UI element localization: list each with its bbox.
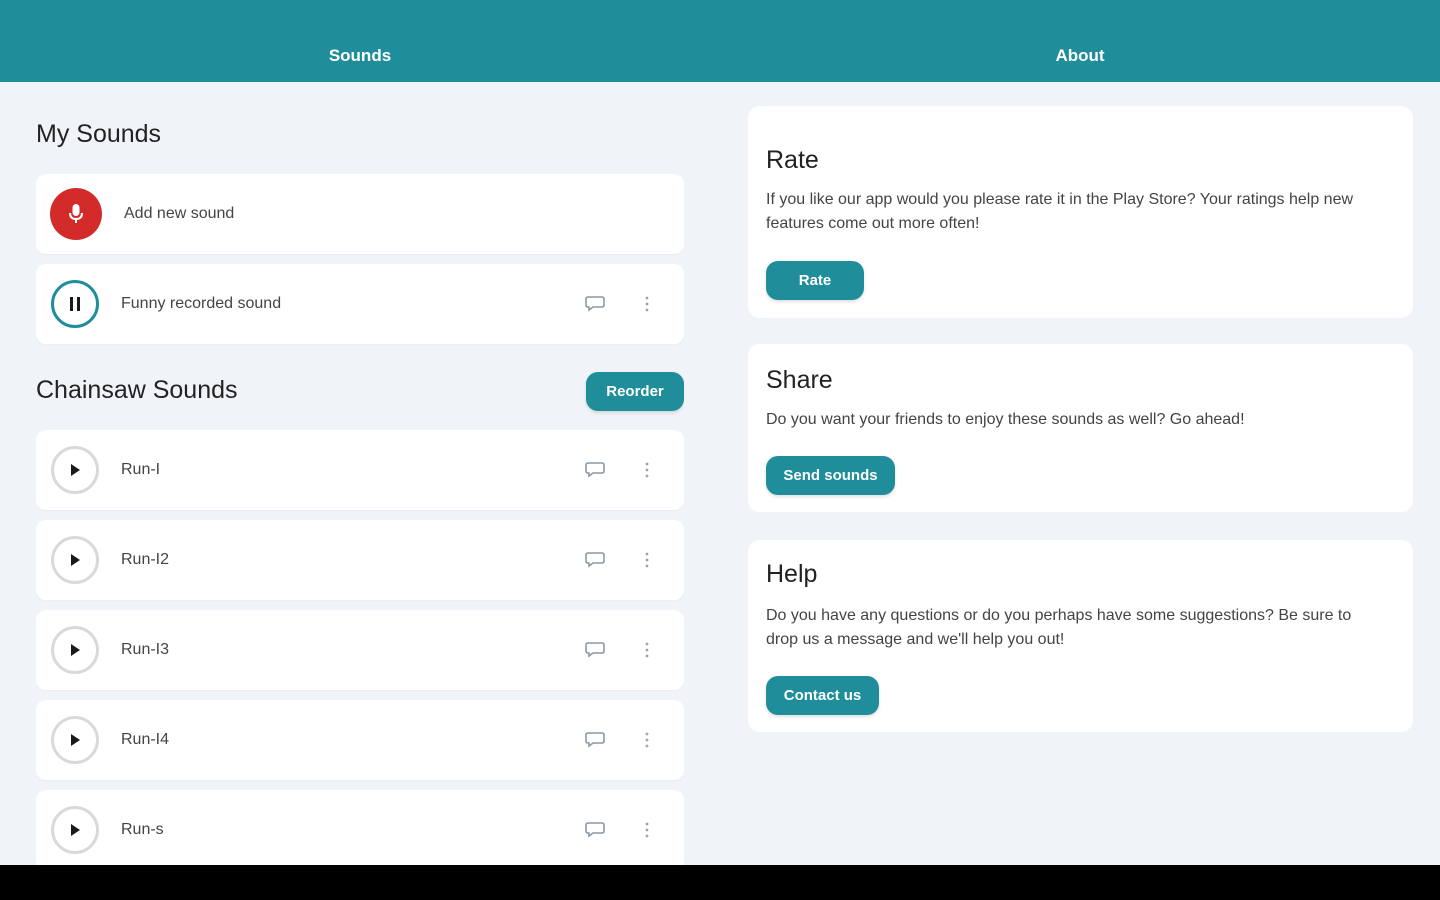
share-text: Do you want your friends to enjoy these … <box>766 411 1245 428</box>
rate-button[interactable]: Rate <box>766 261 864 300</box>
sound-item-label: Run-I3 <box>121 641 170 658</box>
comment-icon[interactable] <box>584 294 606 314</box>
more-options-icon[interactable] <box>644 295 650 313</box>
microphone-icon[interactable] <box>50 188 102 240</box>
rate-text: If you like our app would you please rat… <box>766 191 1354 232</box>
system-nav-bar <box>0 865 1440 900</box>
sound-item-run-4[interactable]: Run-I4 <box>36 700 684 780</box>
add-new-sound-item[interactable]: Add new sound <box>36 174 684 254</box>
more-options-icon[interactable] <box>644 731 650 749</box>
sound-item-label: Run-s <box>121 821 164 838</box>
tab-about[interactable]: About <box>720 0 1440 82</box>
pause-icon[interactable] <box>51 280 99 328</box>
more-options-icon[interactable] <box>644 551 650 569</box>
help-card: Help Do you have any questions or do you… <box>748 540 1413 732</box>
reorder-button[interactable]: Reorder <box>586 372 684 411</box>
sound-item-actions <box>584 640 650 660</box>
sound-item-run-3[interactable]: Run-I3 <box>36 610 684 690</box>
sound-item-label: Run-I <box>121 461 161 478</box>
sound-item-funny-recorded[interactable]: Funny recorded sound <box>36 264 684 344</box>
sound-item-run-5[interactable]: Run-s <box>36 790 684 865</box>
rate-card: Rate If you like our app would you pleas… <box>748 106 1413 318</box>
chainsaw-sounds-title: Chainsaw Sounds <box>36 376 238 404</box>
comment-icon[interactable] <box>584 730 606 750</box>
add-new-sound-label: Add new sound <box>124 205 235 222</box>
send-sounds-button[interactable]: Send sounds <box>766 456 895 495</box>
more-options-icon[interactable] <box>644 461 650 479</box>
sound-item-run-1[interactable]: Run-I <box>36 430 684 510</box>
help-title: Help <box>766 560 818 588</box>
rate-title: Rate <box>766 146 819 174</box>
sound-item-label: Run-I2 <box>121 551 170 568</box>
more-options-icon[interactable] <box>644 641 650 659</box>
sound-item-actions <box>584 550 650 570</box>
sound-item-actions <box>584 820 650 840</box>
comment-icon[interactable] <box>584 820 606 840</box>
share-card: Share Do you want your friends to enjoy … <box>748 344 1413 512</box>
sound-item-actions <box>584 294 650 314</box>
comment-icon[interactable] <box>584 460 606 480</box>
play-icon[interactable] <box>51 626 99 674</box>
sound-item-label: Funny recorded sound <box>121 295 282 312</box>
sound-item-actions <box>584 460 650 480</box>
comment-icon[interactable] <box>584 640 606 660</box>
more-options-icon[interactable] <box>644 821 650 839</box>
my-sounds-title: My Sounds <box>36 120 162 148</box>
share-title: Share <box>766 366 833 394</box>
play-icon[interactable] <box>51 716 99 764</box>
comment-icon[interactable] <box>584 550 606 570</box>
contact-us-button[interactable]: Contact us <box>766 676 879 715</box>
about-panel: Rate If you like our app would you pleas… <box>748 82 1413 865</box>
sounds-panel: My Sounds Add new sound Funny recorded s… <box>36 82 684 865</box>
tab-sounds[interactable]: Sounds <box>0 0 720 82</box>
sound-item-label: Run-I4 <box>121 731 170 748</box>
sound-item-actions <box>584 730 650 750</box>
sound-item-run-2[interactable]: Run-I2 <box>36 520 684 600</box>
play-icon[interactable] <box>51 446 99 494</box>
top-tab-bar: Sounds About <box>0 0 1440 82</box>
help-text: Do you have any questions or do you perh… <box>766 607 1352 648</box>
play-icon[interactable] <box>51 536 99 584</box>
play-icon[interactable] <box>51 806 99 854</box>
